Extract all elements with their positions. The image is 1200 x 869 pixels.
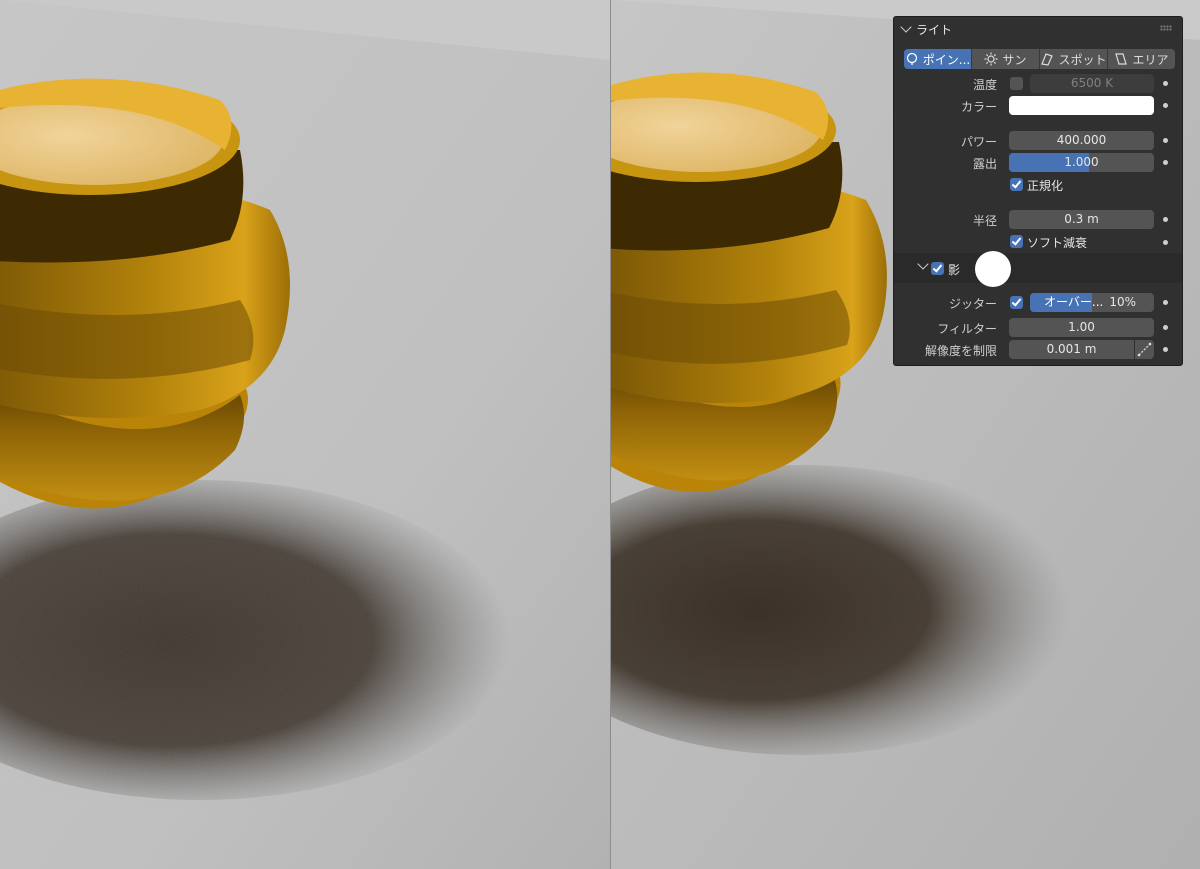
- measure-icon[interactable]: [1135, 340, 1154, 359]
- spot-light-icon: [1041, 53, 1054, 66]
- keyframe-dot[interactable]: [1163, 240, 1168, 245]
- jitter-overblur-slider[interactable]: オーバー... 10%: [1030, 293, 1154, 312]
- exposure-label: 露出: [972, 157, 997, 171]
- light-properties-panel: ライト ポイン... サン スポット エリア 温度 6500 K カラー パワー…: [893, 16, 1183, 366]
- temperature-row: 温度 6500 K: [894, 74, 1182, 94]
- jitter-mode-label: オーバー...: [1044, 295, 1104, 309]
- radius-label: 半径: [972, 214, 997, 228]
- power-row: パワー 400.000: [894, 131, 1182, 151]
- panel-title: ライト: [916, 23, 953, 37]
- filter-field[interactable]: 1.00: [1009, 318, 1154, 337]
- keyframe-dot[interactable]: [1163, 347, 1168, 352]
- keyframe-dot[interactable]: [1163, 300, 1168, 305]
- temperature-checkbox[interactable]: [1010, 77, 1023, 90]
- point-light-icon: [906, 52, 917, 65]
- drag-grip-icon[interactable]: [1160, 25, 1172, 31]
- normalize-checkbox[interactable]: [1010, 178, 1023, 191]
- sun-light-icon: [984, 52, 998, 66]
- light-type-sun[interactable]: サン: [972, 49, 1040, 69]
- temperature-field[interactable]: 6500 K: [1030, 74, 1154, 93]
- light-type-point[interactable]: ポイン...: [904, 49, 972, 69]
- exposure-row: 露出 1.000: [894, 153, 1182, 173]
- keyframe-dot[interactable]: [1163, 160, 1168, 165]
- shadow-checkbox[interactable]: [931, 262, 944, 275]
- soft-falloff-label: ソフト減衰: [1027, 236, 1088, 250]
- shadow-label: 影: [948, 263, 961, 277]
- color-label: カラー: [960, 100, 997, 114]
- shadow-subpanel-header[interactable]: 影: [894, 251, 1182, 287]
- keyframe-dot[interactable]: [1163, 217, 1168, 222]
- filter-row: フィルター 1.00: [894, 318, 1182, 338]
- jitter-value: 10%: [1109, 295, 1136, 309]
- keyframe-dot[interactable]: [1163, 325, 1168, 330]
- area-light-icon: [1115, 53, 1128, 65]
- jitter-row: ジッター オーバー... 10%: [894, 293, 1182, 313]
- light-type-label: サン: [1002, 52, 1027, 67]
- soft-falloff-checkbox[interactable]: [1010, 235, 1023, 248]
- keyframe-dot[interactable]: [1163, 103, 1168, 108]
- keyframe-dot[interactable]: [1163, 138, 1168, 143]
- soft-falloff-row: ソフト減衰: [894, 233, 1182, 253]
- chevron-down-icon[interactable]: [917, 258, 929, 270]
- power-field[interactable]: 400.000: [1009, 131, 1154, 150]
- chevron-down-icon[interactable]: [900, 21, 912, 33]
- panel-header[interactable]: ライト: [894, 17, 1182, 41]
- resolution-limit-field[interactable]: 0.001 m: [1009, 340, 1134, 359]
- jitter-label: ジッター: [948, 297, 997, 311]
- normalize-label: 正規化: [1027, 179, 1064, 193]
- keyframe-dot[interactable]: [1163, 81, 1168, 86]
- render-viewport-left[interactable]: [0, 0, 610, 869]
- jitter-checkbox[interactable]: [1010, 296, 1023, 309]
- resolution-limit-label: 解像度を制限: [924, 344, 997, 358]
- mouse-cursor-indicator: [975, 251, 1011, 287]
- temperature-label: 温度: [972, 78, 997, 92]
- resolution-limit-row: 解像度を制限 0.001 m: [894, 340, 1182, 360]
- normalize-row: 正規化: [894, 176, 1182, 196]
- light-type-area[interactable]: エリア: [1108, 49, 1175, 69]
- power-label: パワー: [960, 135, 997, 149]
- radius-field[interactable]: 0.3 m: [1009, 210, 1154, 229]
- light-type-spot[interactable]: スポット: [1040, 49, 1108, 69]
- filter-label: フィルター: [937, 322, 997, 336]
- light-type-label: エリア: [1132, 52, 1169, 67]
- radius-row: 半径 0.3 m: [894, 210, 1182, 230]
- exposure-slider[interactable]: 1.000: [1009, 153, 1154, 172]
- light-type-label: ポイン...: [922, 52, 971, 67]
- light-type-label: スポット: [1058, 52, 1107, 67]
- light-type-selector: ポイン... サン スポット エリア: [904, 49, 1175, 69]
- color-swatch[interactable]: [1009, 96, 1154, 115]
- color-row: カラー: [894, 96, 1182, 116]
